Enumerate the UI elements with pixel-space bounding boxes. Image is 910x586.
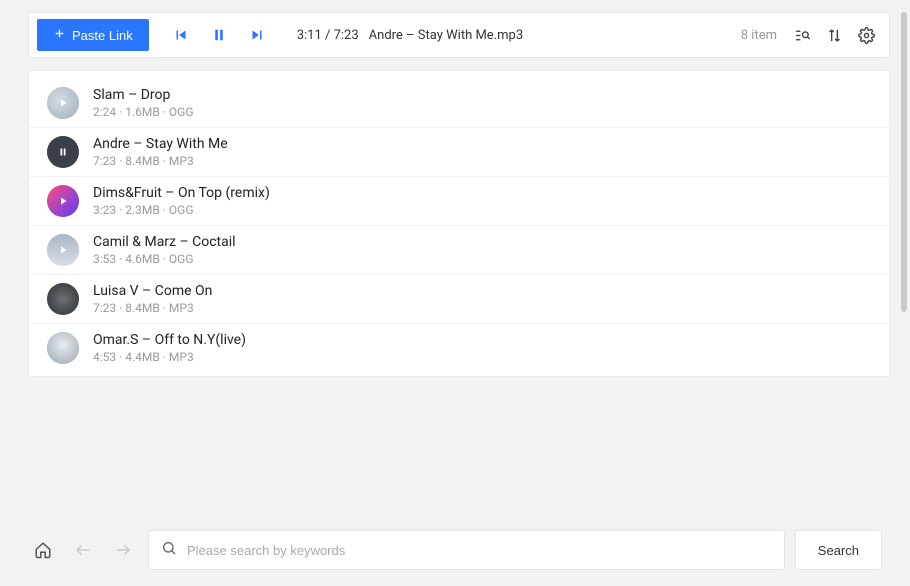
track-meta: 7:23 · 8.4MB · MP3 bbox=[93, 154, 228, 168]
search-list-button[interactable] bbox=[789, 22, 815, 48]
track-title: Camil & Marz – Coctail bbox=[93, 234, 236, 250]
track-info: Dims&Fruit – On Top (remix) 3:23 · 2.3MB … bbox=[93, 185, 270, 217]
track-info: Omar.S – Off to N.Y(live) 4:53 · 4.4MB · … bbox=[93, 332, 246, 364]
track-info: Luisa V – Come On 7:23 · 8.4MB · MP3 bbox=[93, 283, 212, 315]
track-title: Andre – Stay With Me bbox=[93, 136, 228, 152]
arrow-left-icon bbox=[74, 541, 92, 559]
plus-icon bbox=[53, 27, 66, 43]
toolbar: Paste Link 3:11 / 7:23 Andre – Stay With… bbox=[28, 12, 890, 58]
playback-time: 3:11 / 7:23 bbox=[297, 28, 359, 43]
track-thumbnail[interactable] bbox=[47, 283, 79, 315]
scrollbar[interactable] bbox=[901, 12, 907, 312]
home-icon bbox=[34, 541, 52, 559]
paste-link-label: Paste Link bbox=[72, 28, 133, 43]
sort-icon bbox=[826, 27, 843, 44]
track-meta: 4:53 · 4.4MB · MP3 bbox=[93, 350, 246, 364]
track-info: Camil & Marz – Coctail 3:53 · 4.6MB · OGG bbox=[93, 234, 236, 266]
track-info: Slam – Drop 2:24 · 1.6MB · OGG bbox=[93, 87, 194, 119]
sort-button[interactable] bbox=[821, 22, 847, 48]
item-count: 8 item bbox=[741, 28, 777, 43]
track-row[interactable]: Omar.S – Off to N.Y(live) 4:53 · 4.4MB · … bbox=[29, 323, 889, 372]
previous-track-button[interactable] bbox=[167, 21, 195, 49]
track-row[interactable]: Slam – Drop 2:24 · 1.6MB · OGG bbox=[29, 79, 889, 127]
track-meta: 3:53 · 4.6MB · OGG bbox=[93, 252, 236, 266]
arrow-right-icon bbox=[114, 541, 132, 559]
track-row[interactable]: Dims&Fruit – On Top (remix) 3:23 · 2.3MB … bbox=[29, 176, 889, 225]
search-box[interactable] bbox=[148, 530, 785, 570]
play-icon bbox=[57, 97, 69, 109]
now-playing-title: Andre – Stay With Me.mp3 bbox=[369, 28, 523, 43]
track-thumbnail[interactable] bbox=[47, 185, 79, 217]
search-list-icon bbox=[794, 27, 811, 44]
track-list[interactable]: Slam – Drop 2:24 · 1.6MB · OGG Andre – Sta… bbox=[28, 70, 890, 377]
pause-button[interactable] bbox=[205, 21, 233, 49]
track-thumbnail[interactable] bbox=[47, 136, 79, 168]
track-title: Omar.S – Off to N.Y(live) bbox=[93, 332, 246, 348]
skip-previous-icon bbox=[172, 26, 190, 44]
nav-back-button[interactable] bbox=[68, 535, 98, 565]
search-button[interactable]: Search bbox=[795, 530, 882, 570]
bottom-bar: Search bbox=[28, 528, 882, 572]
track-meta: 7:23 · 8.4MB · MP3 bbox=[93, 301, 212, 315]
search-icon bbox=[161, 540, 177, 560]
track-row[interactable]: Andre – Stay With Me 7:23 · 8.4MB · MP3 bbox=[29, 127, 889, 176]
next-track-button[interactable] bbox=[243, 21, 271, 49]
track-info: Andre – Stay With Me 7:23 · 8.4MB · MP3 bbox=[93, 136, 228, 168]
track-meta: 3:23 · 2.3MB · OGG bbox=[93, 203, 270, 217]
pause-icon bbox=[57, 146, 69, 158]
track-meta: 2:24 · 1.6MB · OGG bbox=[93, 105, 194, 119]
track-thumbnail[interactable] bbox=[47, 234, 79, 266]
search-input[interactable] bbox=[187, 543, 772, 558]
track-thumbnail[interactable] bbox=[47, 332, 79, 364]
track-thumbnail[interactable] bbox=[47, 87, 79, 119]
paste-link-button[interactable]: Paste Link bbox=[37, 19, 149, 51]
skip-next-icon bbox=[248, 26, 266, 44]
home-button[interactable] bbox=[28, 535, 58, 565]
pause-icon bbox=[210, 26, 228, 44]
play-icon bbox=[57, 244, 69, 256]
track-title: Slam – Drop bbox=[93, 87, 194, 103]
now-playing: 3:11 / 7:23 Andre – Stay With Me.mp3 bbox=[297, 28, 523, 43]
track-row[interactable]: Camil & Marz – Coctail 3:53 · 4.6MB · OGG bbox=[29, 225, 889, 274]
nav-forward-button[interactable] bbox=[108, 535, 138, 565]
transport-controls bbox=[167, 21, 271, 49]
gear-icon bbox=[858, 27, 875, 44]
track-title: Dims&Fruit – On Top (remix) bbox=[93, 185, 270, 201]
app-window: Paste Link 3:11 / 7:23 Andre – Stay With… bbox=[0, 0, 910, 586]
play-icon bbox=[57, 195, 69, 207]
settings-button[interactable] bbox=[853, 22, 879, 48]
track-title: Luisa V – Come On bbox=[93, 283, 212, 299]
track-row[interactable]: Luisa V – Come On 7:23 · 8.4MB · MP3 bbox=[29, 274, 889, 323]
